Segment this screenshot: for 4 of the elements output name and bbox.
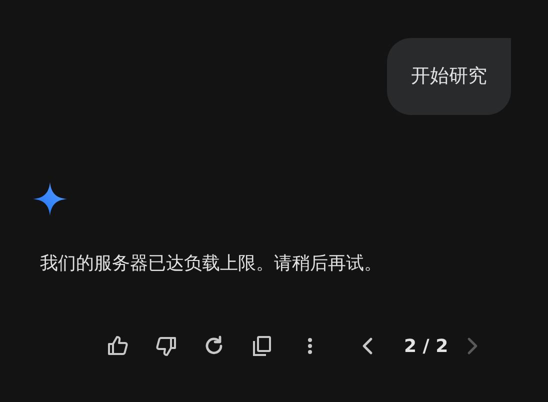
sparkle-icon (32, 181, 68, 217)
response-text: 我们的服务器已达负载上限。请稍后再试。 (40, 252, 383, 276)
user-message: 开始研究 (387, 38, 511, 115)
page-counter: 2 / 2 (404, 336, 448, 356)
